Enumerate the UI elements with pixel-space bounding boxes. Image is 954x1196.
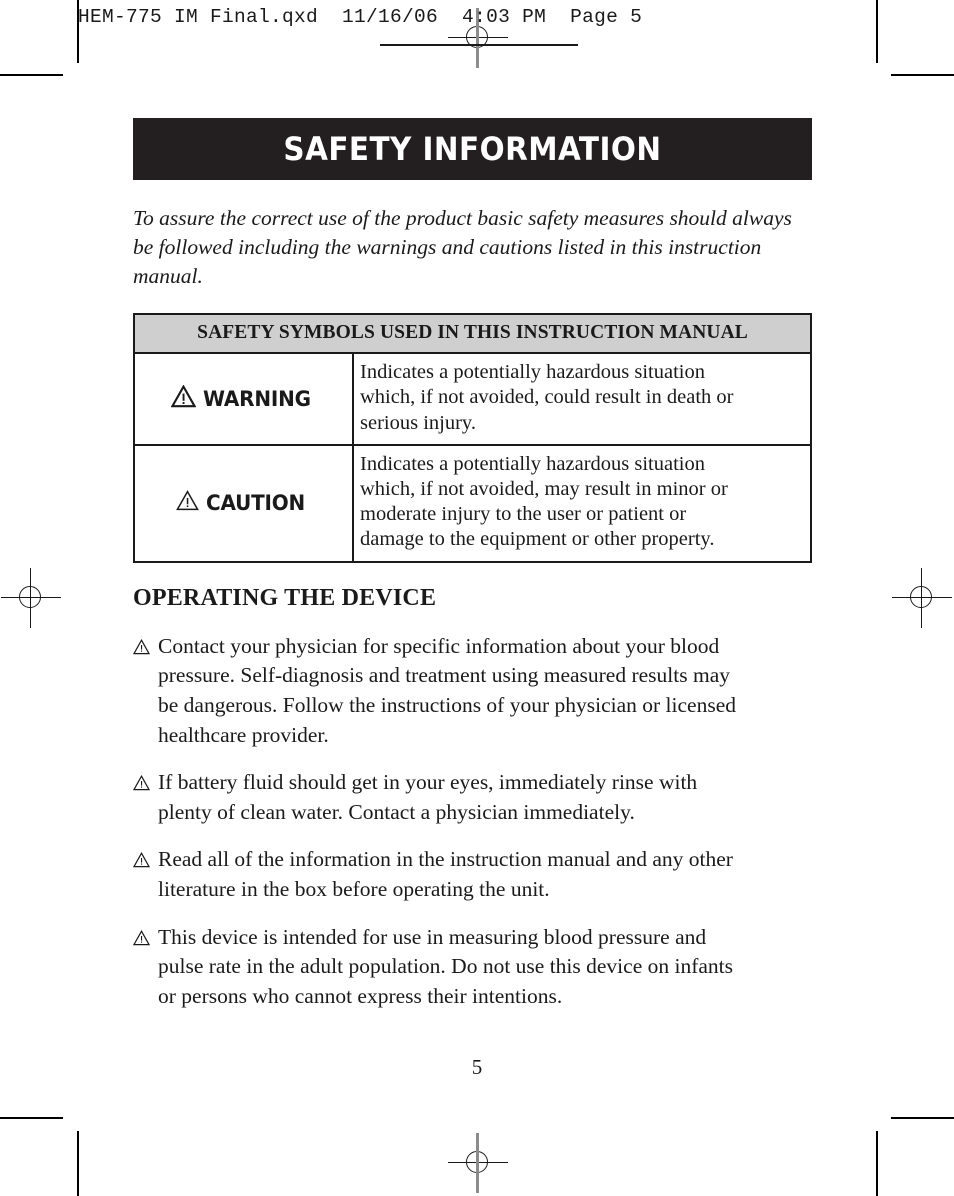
crop-mark-top-right-horizontal <box>891 74 954 76</box>
registration-mark-left <box>1 568 61 628</box>
list-item: This device is intended for use in measu… <box>132 923 812 1012</box>
registration-vertical-line <box>30 568 31 628</box>
warning-label-cell: WARNING <box>135 354 354 444</box>
caution-triangle-icon <box>176 490 200 516</box>
caution-description: Indicates a potentially hazardous situat… <box>354 446 810 561</box>
registration-vertical-line <box>476 1133 479 1193</box>
list-item-line: pulse rate in the adult population. Do n… <box>158 954 734 979</box>
safety-symbols-table-header: SAFETY SYMBOLS USED IN THIS INSTRUCTION … <box>135 315 810 355</box>
table-row: WARNING Indicates a potentially hazardou… <box>135 354 810 444</box>
crop-mark-top-left-horizontal <box>0 74 63 76</box>
warning-description: Indicates a potentially hazardous situat… <box>354 354 810 444</box>
list-item-line: literature in the box before operating t… <box>158 877 550 902</box>
crop-mark-bottom-right-vertical <box>876 1131 878 1196</box>
page-number: 5 <box>471 1055 483 1079</box>
crop-mark-bottom-left-vertical <box>77 1131 79 1196</box>
warning-triangle-icon <box>170 384 197 413</box>
caution-description-line: Indicates a potentially hazardous situat… <box>360 452 705 475</box>
list-item-text: If battery fluid should get in your eyes… <box>154 768 812 827</box>
registration-horizontal-line <box>1 597 61 598</box>
list-item-line: pressure. Self-diagnosis and treatment u… <box>158 663 730 688</box>
list-item-line: plenty of clean water. Contact a physici… <box>158 799 635 824</box>
table-row: CAUTION Indicates a potentially hazardou… <box>135 443 810 561</box>
caution-description-line: which, if not avoided, may result in min… <box>360 478 728 501</box>
caution-description-line: damage to the equipment or other propert… <box>360 528 715 551</box>
registration-mark-bottom-center <box>448 1133 508 1193</box>
list-item-line: or persons who cannot express their inte… <box>158 984 563 1009</box>
page-title: SAFETY INFORMATION <box>283 130 662 168</box>
crop-mark-bottom-right-horizontal <box>891 1117 954 1119</box>
list-item-text: This device is intended for use in measu… <box>154 923 812 1012</box>
warning-label: WARNING <box>202 387 311 411</box>
warning-description-line: which, if not avoided, could result in d… <box>360 386 734 409</box>
warning-triangle-icon <box>132 768 154 796</box>
warning-description-line: serious injury. <box>360 411 476 434</box>
list-item-text: Contact your physician for specific info… <box>154 632 812 751</box>
list-item-line: This device is intended for use in measu… <box>158 924 707 949</box>
list-item-text: Read all of the information in the instr… <box>154 845 812 904</box>
list-item: Read all of the information in the instr… <box>132 845 812 904</box>
page-content: SAFETY INFORMATION To assure the correct… <box>132 118 812 1030</box>
list-item-line: be dangerous. Follow the instructions of… <box>158 692 737 717</box>
list-item-line: healthcare provider. <box>158 722 329 747</box>
crop-mark-bottom-left-horizontal <box>0 1117 63 1119</box>
crop-mark-top-right-vertical <box>876 0 878 63</box>
page-title-bar: SAFETY INFORMATION <box>133 118 812 180</box>
section-heading-operating-the-device: OPERATING THE DEVICE <box>133 584 437 611</box>
list-item-line: Read all of the information in the instr… <box>158 847 733 872</box>
warning-triangle-icon <box>132 632 154 660</box>
warning-triangle-icon <box>132 923 154 951</box>
list-item: If battery fluid should get in your eyes… <box>132 768 812 827</box>
caution-label-cell: CAUTION <box>135 445 354 561</box>
caution-description-line: moderate injury to the user or patient o… <box>360 503 687 526</box>
intro-paragraph: To assure the correct use of the product… <box>133 206 792 289</box>
warning-description-line: Indicates a potentially hazardous situat… <box>360 361 705 384</box>
list-item-line: Contact your physician for specific info… <box>158 633 720 658</box>
registration-mark-right <box>892 568 952 628</box>
print-header-rule <box>380 44 578 46</box>
registration-vertical-line <box>921 568 922 628</box>
caution-label: CAUTION <box>206 491 306 516</box>
print-header-text: HEM-775 IM Final.qxd 11/16/06 4:03 PM Pa… <box>78 6 643 28</box>
warning-triangle-icon <box>132 845 154 873</box>
list-item: Contact your physician for specific info… <box>132 632 812 751</box>
list-item-line: If battery fluid should get in your eyes… <box>158 770 698 795</box>
safety-symbols-table: SAFETY SYMBOLS USED IN THIS INSTRUCTION … <box>133 313 812 563</box>
safety-bullet-list: Contact your physician for specific info… <box>132 632 812 1012</box>
registration-horizontal-line <box>892 597 952 598</box>
